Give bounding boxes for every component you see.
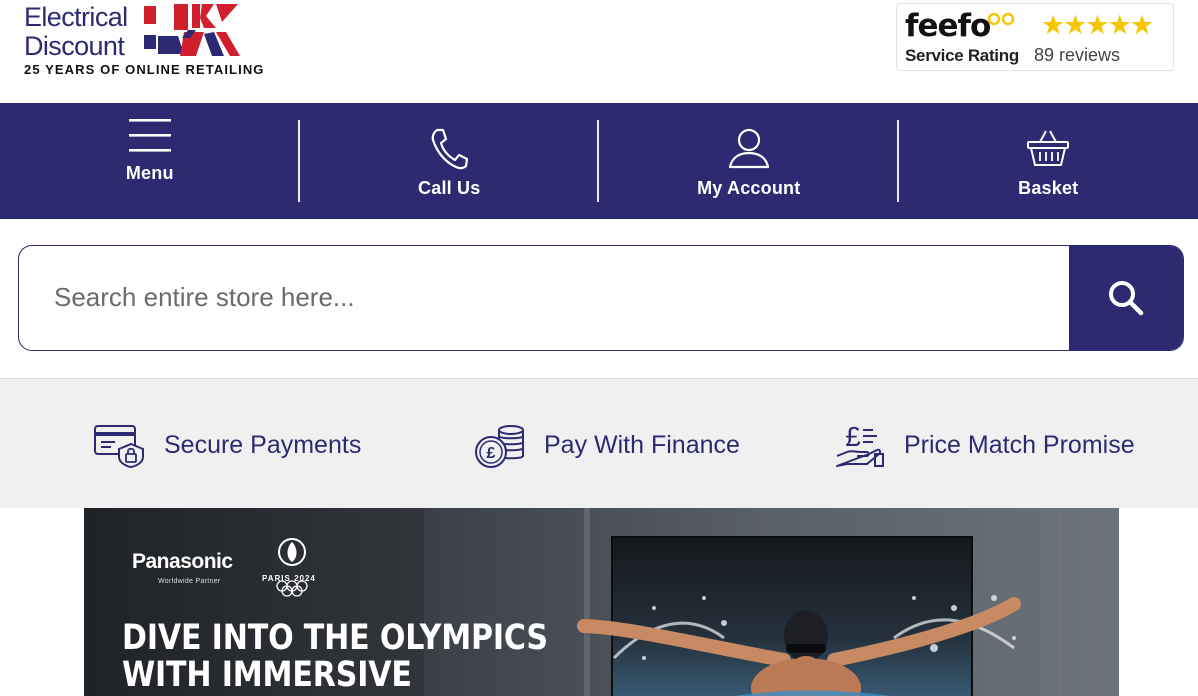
usp-secure-payments[interactable]: Secure Payments bbox=[92, 421, 361, 469]
search-input[interactable] bbox=[19, 246, 1071, 349]
banner-brand-name: Panasonic bbox=[132, 550, 233, 573]
banner-event-name: PARIS 2024 bbox=[262, 574, 316, 583]
hamburger-icon bbox=[126, 111, 174, 159]
nav-my-account-button[interactable]: My Account bbox=[599, 103, 899, 219]
usp-pay-with-finance-label: Pay With Finance bbox=[544, 430, 740, 459]
nav-call-us-button[interactable]: Call Us bbox=[300, 103, 599, 219]
main-nav-bar: Menu Call Us My Account Basket bbox=[0, 103, 1198, 219]
svg-text:£: £ bbox=[487, 445, 496, 462]
banner-brand-subtitle: Worldwide Partner bbox=[158, 578, 221, 585]
usp-pay-with-finance[interactable]: £ Pay With Finance bbox=[472, 421, 740, 469]
search-bar bbox=[18, 245, 1184, 351]
banner-headline: DIVE INTO THE OLYMPICS WITH IMMERSIVE bbox=[122, 620, 548, 694]
nav-menu-button[interactable]: Menu bbox=[0, 89, 300, 205]
feefo-eyes-icon bbox=[987, 12, 1015, 26]
search-icon bbox=[1109, 281, 1144, 316]
usp-bar: Secure Payments £ Pay With Finance £ Pri… bbox=[0, 378, 1198, 508]
search-button[interactable] bbox=[1069, 246, 1183, 350]
nav-my-account-label: My Account bbox=[697, 177, 801, 198]
logo-text-line2: Discount bbox=[24, 31, 125, 61]
svg-text:£: £ bbox=[845, 422, 861, 452]
secure-card-icon bbox=[92, 421, 148, 469]
user-icon bbox=[725, 124, 773, 172]
banner-headline-line2: WITH IMMERSIVE bbox=[122, 655, 412, 695]
logo-tagline: 25 YEARS OF ONLINE RETAILING bbox=[24, 62, 265, 77]
usp-price-match-promise-label: Price Match Promise bbox=[904, 430, 1135, 459]
nav-basket-label: Basket bbox=[1018, 177, 1079, 198]
phone-icon bbox=[425, 124, 473, 172]
nav-menu-label: Menu bbox=[125, 162, 174, 183]
star-rating-icon: ★★★★★ bbox=[1041, 10, 1154, 40]
basket-icon bbox=[1024, 124, 1072, 172]
nav-basket-button[interactable]: Basket bbox=[899, 103, 1198, 219]
pound-hand-icon: £ bbox=[832, 421, 888, 469]
promo-banner[interactable]: Panasonic Worldwide Partner PARIS 2024 D… bbox=[84, 508, 1119, 696]
swimmer-image bbox=[577, 595, 1021, 696]
uk-flag-icon bbox=[144, 4, 240, 56]
site-logo[interactable]: Electrical Discount 25 YEARS OF ONLINE R… bbox=[24, 2, 294, 82]
nav-call-us-label: Call Us bbox=[418, 177, 481, 198]
feefo-review-count[interactable]: 89 reviews bbox=[1034, 45, 1120, 66]
olympics-logo-icon bbox=[276, 538, 308, 597]
banner-headline-line1: DIVE INTO THE OLYMPICS bbox=[122, 618, 548, 658]
coins-icon: £ bbox=[472, 421, 528, 469]
usp-price-match-promise[interactable]: £ Price Match Promise bbox=[832, 421, 1135, 469]
site-header: Electrical Discount 25 YEARS OF ONLINE R… bbox=[0, 0, 1198, 103]
feefo-rating-badge[interactable]: feefo ★★★★★ Service Rating 89 reviews bbox=[896, 3, 1174, 71]
logo-text-line1: Electrical bbox=[24, 2, 128, 32]
feefo-logo: feefo bbox=[905, 8, 991, 44]
feefo-service-label: Service Rating bbox=[905, 46, 1019, 65]
usp-secure-payments-label: Secure Payments bbox=[164, 430, 362, 459]
